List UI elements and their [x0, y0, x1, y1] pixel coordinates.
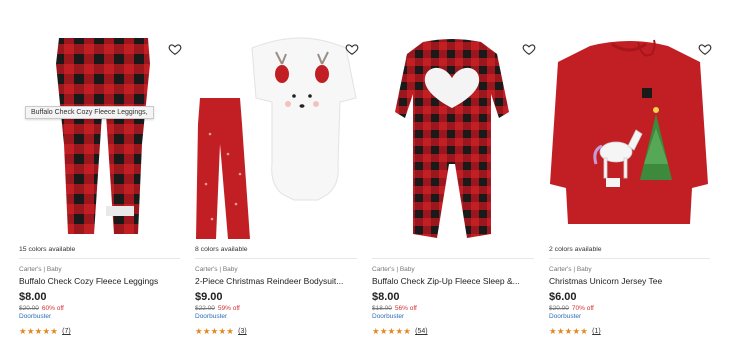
review-count-link[interactable]: (1)	[592, 328, 601, 335]
product-title[interactable]: Buffalo Check Zip-Up Fleece Sleep &...	[372, 276, 520, 286]
discount-label: 70% off	[571, 305, 594, 312]
divider	[195, 258, 357, 259]
original-price: $20.00	[19, 305, 39, 312]
product-price: $9.00	[195, 291, 223, 303]
colors-available[interactable]: 2 colors available	[549, 246, 602, 253]
divider	[549, 258, 710, 259]
doorbuster-tag: Doorbuster	[19, 313, 52, 320]
rating[interactable]: ★★★★★ (1)	[549, 326, 601, 337]
product-tooltip: Buffalo Check Cozy Fleece Leggings,	[25, 106, 154, 119]
original-price: $22.00	[195, 305, 215, 312]
doorbuster-tag: Doorbuster	[195, 313, 228, 320]
star-rating-icon: ★★★★★	[19, 326, 59, 336]
favorite-heart-icon[interactable]	[698, 42, 712, 56]
favorite-heart-icon[interactable]	[522, 42, 536, 56]
favorite-heart-icon[interactable]	[168, 42, 182, 56]
product-card[interactable]: 8 colors available Carter's | Baby 2-Pie…	[190, 34, 367, 344]
product-image-unicorn-tee[interactable]	[544, 34, 714, 242]
favorite-heart-icon[interactable]	[345, 42, 359, 56]
rating[interactable]: ★★★★★ (54)	[372, 326, 428, 337]
rating[interactable]: ★★★★★ (7)	[19, 326, 71, 337]
doorbuster-tag: Doorbuster	[549, 313, 582, 320]
price-comparison: $20.00 60% off	[19, 305, 64, 312]
product-title[interactable]: Buffalo Check Cozy Fleece Leggings	[19, 276, 158, 286]
original-price: $18.00	[372, 305, 392, 312]
product-brand: Carter's | Baby	[549, 266, 592, 273]
star-rating-icon: ★★★★★	[195, 326, 235, 336]
rating[interactable]: ★★★★★ (3)	[195, 326, 247, 337]
divider	[372, 258, 534, 259]
price-comparison: $18.00 56% off	[372, 305, 417, 312]
product-card[interactable]: 15 colors available Carter's | Baby Buff…	[14, 34, 190, 344]
review-count-link[interactable]: (7)	[62, 328, 71, 335]
review-count-link[interactable]: (54)	[415, 328, 427, 335]
star-rating-icon: ★★★★★	[372, 326, 412, 336]
product-image-sleep-play[interactable]	[367, 34, 537, 242]
product-card[interactable]: 2 colors available Carter's | Baby Chris…	[544, 34, 720, 344]
colors-available[interactable]: 15 colors available	[19, 246, 75, 253]
colors-available[interactable]: 8 colors available	[195, 246, 248, 253]
discount-label: 59% off	[217, 305, 240, 312]
product-title[interactable]: Christmas Unicorn Jersey Tee	[549, 276, 662, 286]
product-image-reindeer-set[interactable]	[190, 34, 360, 242]
doorbuster-tag: Doorbuster	[372, 313, 405, 320]
star-rating-icon: ★★★★★	[549, 326, 589, 336]
product-card[interactable]: Carter's | Baby Buffalo Check Zip-Up Fle…	[367, 34, 544, 344]
product-brand: Carter's | Baby	[19, 266, 62, 273]
product-grid: 15 colors available Carter's | Baby Buff…	[14, 34, 724, 344]
product-brand: Carter's | Baby	[372, 266, 415, 273]
product-title[interactable]: 2-Piece Christmas Reindeer Bodysuit...	[195, 276, 343, 286]
price-comparison: $22.00 59% off	[195, 305, 240, 312]
product-image-leggings[interactable]	[14, 34, 184, 242]
product-price: $6.00	[549, 291, 577, 303]
price-comparison: $20.00 70% off	[549, 305, 594, 312]
discount-label: 60% off	[41, 305, 64, 312]
review-count-link[interactable]: (3)	[238, 328, 247, 335]
product-price: $8.00	[372, 291, 400, 303]
divider	[19, 258, 180, 259]
product-brand: Carter's | Baby	[195, 266, 238, 273]
discount-label: 56% off	[394, 305, 417, 312]
product-price: $8.00	[19, 291, 47, 303]
original-price: $20.00	[549, 305, 569, 312]
